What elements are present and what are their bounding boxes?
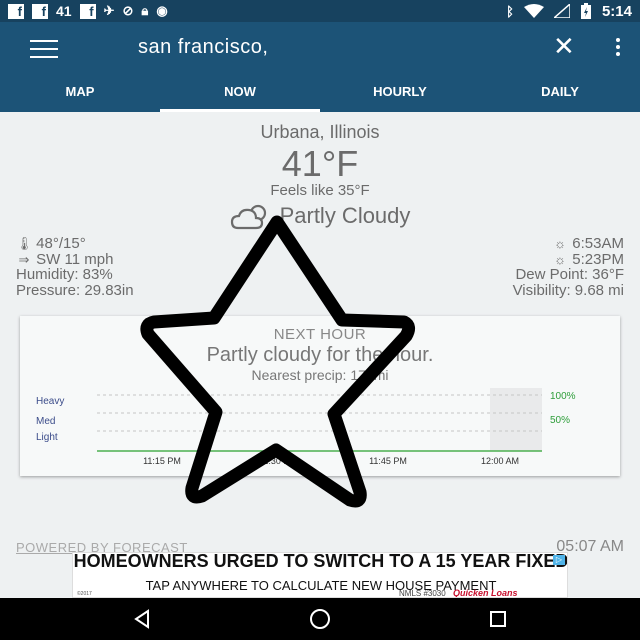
percent-label: 100% <box>550 391 576 402</box>
bluetooth-icon: ᛒ <box>506 3 514 19</box>
ad-nmls: NMLS #3030 <box>399 589 446 598</box>
wifi-icon <box>523 4 544 18</box>
wind: SW 11 mph <box>36 250 114 268</box>
condition-text: Partly Cloudy <box>279 203 411 228</box>
tab-map[interactable]: MAP <box>0 78 160 112</box>
current-temperature: 41°F <box>281 143 359 184</box>
time-tick-label: 12:00 AM <box>481 456 519 466</box>
recents-icon[interactable] <box>468 598 528 640</box>
stats-left: 🌡︎ 48°/15° ⇒ SW 11 mph Humidity: 83% Pre… <box>16 236 134 298</box>
time-tick-label: 11:30 PM <box>259 456 297 466</box>
overflow-menu-icon[interactable] <box>616 38 622 56</box>
visibility: Visibility: 9.68 mi <box>512 281 624 299</box>
battery-icon <box>580 3 591 19</box>
intensity-label: Light <box>36 432 58 443</box>
next-hour-title: NEXT HOUR <box>273 326 367 343</box>
status-time: 5:14 <box>601 2 632 20</box>
tab-hourly[interactable]: HOURLY <box>320 78 480 112</box>
tab-bar: MAP NOW HOURLY DAILY <box>0 78 640 112</box>
facebook-icon: f <box>79 3 96 19</box>
ad-headline: HOMEOWNERS URGED TO SWITCH TO A 15 YEAR … <box>73 552 568 571</box>
tab-now[interactable]: NOW <box>160 78 320 112</box>
navigation-bar <box>0 598 640 640</box>
gps-icon: ✈ <box>103 3 115 18</box>
time-tick-label: 11:45 PM <box>369 456 407 466</box>
humidity: Humidity: 83% <box>16 266 113 283</box>
percent-label: 50% <box>550 415 570 426</box>
ad-fine-print: ©2017 <box>77 591 92 597</box>
search-input[interactable]: san francisco, <box>138 36 268 59</box>
stats-right: ☼ 6:53AM ☼ 5:23PM Dew Point: 36°F Visibi… <box>513 236 624 298</box>
close-icon[interactable]: ✕ <box>553 33 575 59</box>
next-hour-summary: Partly cloudy for the hour. <box>206 344 434 366</box>
game-icon: ◉ <box>156 3 168 18</box>
sunrise: 6:53AM <box>572 235 624 252</box>
partly-cloudy-icon <box>230 205 266 230</box>
lock-icon: 🔒︎ <box>141 3 149 18</box>
nearest-precip: Nearest precip: 173mi <box>251 367 389 383</box>
tab-daily[interactable]: DAILY <box>480 78 640 112</box>
next-hour-card[interactable]: Heavy Med Light 100% 50% 11:15 PM 11:30 PM 11:4… <box>20 316 620 476</box>
home-icon[interactable] <box>290 598 350 640</box>
feels-like: Feels like 35°F <box>270 182 370 199</box>
app-bar: san francisco, ✕ MAP NOW HOURLY DAILY <box>0 22 640 112</box>
screen: f f 41 f ✈ ⊘ 🔒︎ ◉ ᛒ 5:14 san francisco, … <box>0 0 640 640</box>
time-tick-label: 11:15 PM <box>143 456 181 466</box>
high-low: 48°/15° <box>36 235 86 252</box>
back-icon[interactable] <box>112 598 172 640</box>
signal-icon <box>553 4 570 18</box>
notification-count: 41 <box>56 3 72 19</box>
condition-summary: Partly Cloudy <box>0 203 640 230</box>
future-region <box>490 388 542 451</box>
ad-banner[interactable]: HOMEOWNERS URGED TO SWITCH TO A 15 YEAR … <box>72 552 568 598</box>
sunset: 5:23PM <box>572 250 624 268</box>
alarm-icon: ⊘ <box>122 3 134 18</box>
menu-icon[interactable] <box>30 40 58 58</box>
sunrise-icon: ☼ <box>554 236 567 251</box>
status-bar: f f 41 f ✈ ⊘ 🔒︎ ◉ ᛒ 5:14 <box>0 0 640 22</box>
adchoices-icon[interactable]: ▷ <box>553 555 565 565</box>
ad-brand-logo: Quicken Loans <box>453 588 518 598</box>
sunset-icon: ☼ <box>554 251 567 267</box>
dew-point: Dew Point: 36°F <box>515 266 624 283</box>
intensity-label: Heavy <box>36 396 64 407</box>
thermometer-icon: 🌡︎ <box>16 236 33 251</box>
facebook-icon: f <box>8 3 24 19</box>
wind-arrow-icon: ⇒ <box>18 251 30 267</box>
intensity-label: Med <box>36 416 55 427</box>
location-name: Urbana, Illinois <box>260 122 380 142</box>
pressure: Pressure: 29.83in <box>16 281 134 299</box>
facebook-icon: f <box>32 3 48 19</box>
